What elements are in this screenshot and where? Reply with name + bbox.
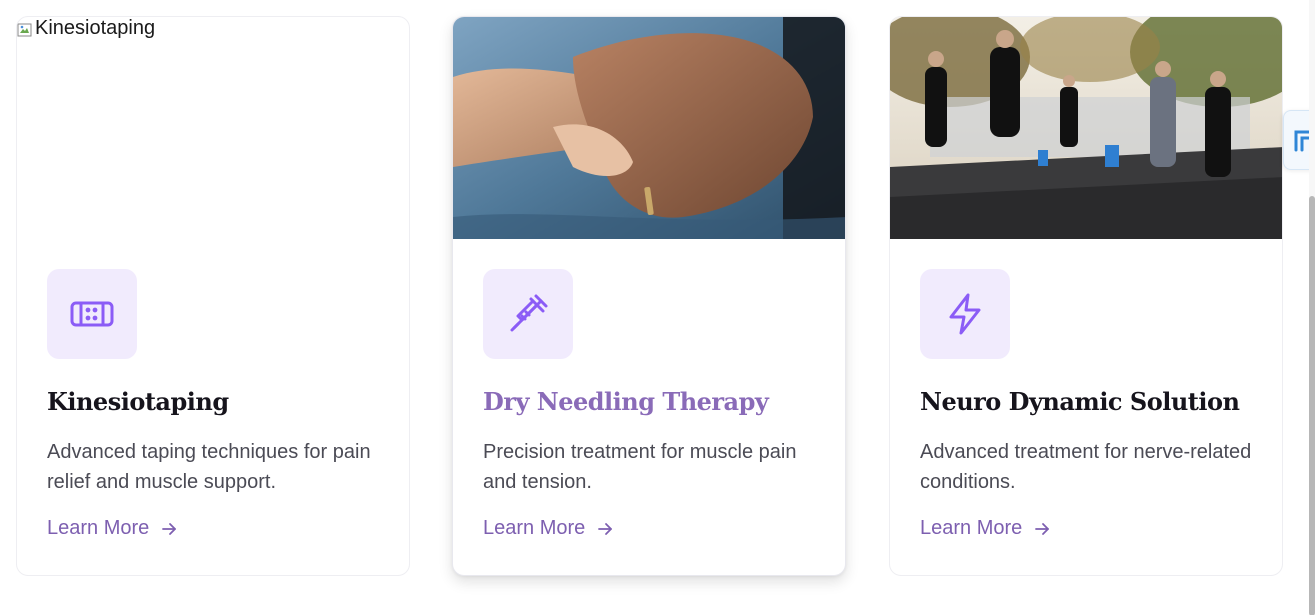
service-card-kinesiotaping: Kinesiotaping Kinesiotaping Advanced tap… bbox=[16, 16, 410, 576]
lightning-bolt-icon bbox=[949, 293, 981, 335]
card-description: Advanced taping techniques for pain reli… bbox=[47, 441, 371, 493]
card-title: Kinesiotaping bbox=[47, 387, 229, 416]
icon-container bbox=[483, 269, 573, 359]
learn-more-label: Learn More bbox=[920, 517, 1023, 539]
card-title: Neuro Dynamic Solution bbox=[920, 387, 1240, 416]
icon-container bbox=[47, 269, 137, 359]
image-alt-text: Kinesiotaping bbox=[35, 17, 156, 39]
learn-more-link[interactable]: Learn More bbox=[920, 517, 1050, 540]
service-card-dry-needling: Dry Needling Therapy Precision treatment… bbox=[452, 16, 846, 576]
bandage-icon bbox=[70, 301, 114, 327]
card-image-runners bbox=[890, 17, 1282, 239]
syringe-icon bbox=[510, 294, 548, 332]
icon-container bbox=[920, 269, 1010, 359]
service-card-neuro-dynamic: Neuro Dynamic Solution Advanced treatmen… bbox=[889, 16, 1283, 576]
card-description: Advanced treatment for nerve-related con… bbox=[920, 441, 1252, 493]
learn-more-label: Learn More bbox=[47, 517, 150, 539]
services-section: Kinesiotaping Kinesiotaping Advanced tap… bbox=[0, 0, 1315, 615]
card-image: Kinesiotaping bbox=[17, 17, 409, 239]
card-image-hands bbox=[453, 17, 845, 239]
arrow-right-icon bbox=[1035, 522, 1050, 535]
card-title: Dry Needling Therapy bbox=[483, 387, 769, 416]
broken-image-placeholder: Kinesiotaping bbox=[17, 17, 155, 40]
scrollbar-thumb[interactable] bbox=[1309, 196, 1315, 615]
broken-image-icon bbox=[17, 21, 33, 37]
arrow-right-icon bbox=[598, 522, 613, 535]
learn-more-link[interactable]: Learn More bbox=[47, 517, 177, 540]
learn-more-label: Learn More bbox=[483, 517, 586, 539]
learn-more-link[interactable]: Learn More bbox=[483, 517, 613, 540]
arrow-right-icon bbox=[162, 522, 177, 535]
card-description: Precision treatment for muscle pain and … bbox=[483, 441, 797, 493]
